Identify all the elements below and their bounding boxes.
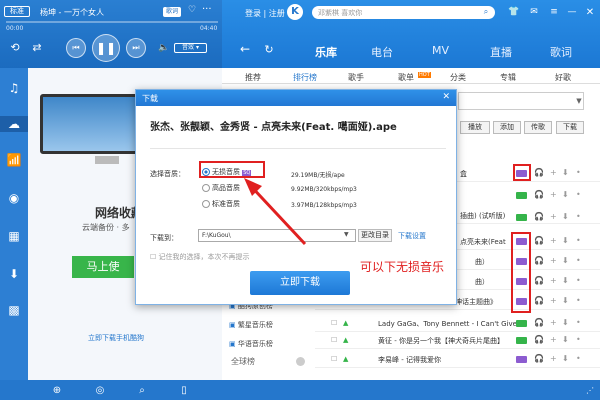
add-icon[interactable]: ⊕ (50, 383, 64, 397)
locate-icon[interactable]: ◎ (93, 383, 107, 397)
highlight-box (513, 164, 531, 181)
annotation-arrow (244, 178, 307, 246)
search-icon[interactable]: ⌕ (135, 383, 149, 397)
bottom-bar (0, 380, 600, 400)
highlight-box (511, 232, 531, 313)
annotation-text: 可以下无损音乐 (360, 260, 445, 274)
phone-icon[interactable]: ▯ (177, 383, 191, 397)
resize-grip-icon[interactable]: ⋰ (586, 386, 594, 395)
